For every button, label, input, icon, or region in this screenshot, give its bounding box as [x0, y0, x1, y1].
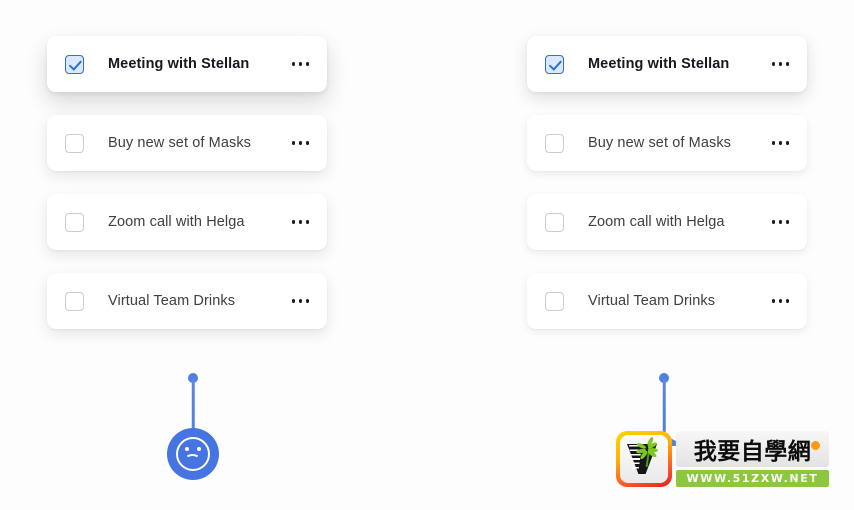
plant-in-v-pot-icon — [616, 431, 672, 487]
task-row[interactable]: Zoom call with Helga — [47, 194, 327, 250]
task-list-left: Meeting with Stellan Buy new set of Mask… — [47, 36, 327, 329]
watermark-plant-shape — [635, 436, 668, 468]
task-row[interactable]: Meeting with Stellan — [527, 36, 807, 92]
task-row[interactable]: Virtual Team Drinks — [47, 273, 327, 329]
screenshot-stage: Meeting with Stellan Buy new set of Mask… — [0, 0, 854, 510]
task-row[interactable]: Buy new set of Masks — [527, 115, 807, 171]
sad-face-icon — [167, 428, 219, 480]
sad-face-eye-left — [185, 447, 190, 452]
watermark-badge-inner — [620, 435, 668, 483]
task-label: Meeting with Stellan — [588, 56, 730, 72]
task-label: Virtual Team Drinks — [108, 293, 236, 309]
watermark-orange-dot — [811, 441, 820, 450]
task-list-right: Meeting with Stellan Buy new set of Mask… — [527, 36, 807, 329]
more-options-icon[interactable] — [770, 214, 791, 229]
task-label: Zoom call with Helga — [108, 214, 245, 230]
more-options-icon[interactable] — [290, 135, 311, 150]
task-row[interactable]: Virtual Team Drinks — [527, 273, 807, 329]
task-row[interactable]: Zoom call with Helga — [527, 194, 807, 250]
watermark-logo: 我要自學網 WWW.51ZXW.NET — [616, 431, 829, 487]
task-label: Zoom call with Helga — [588, 214, 725, 230]
more-options-icon[interactable] — [770, 56, 791, 71]
more-options-icon[interactable] — [290, 56, 311, 71]
task-checkbox[interactable] — [65, 133, 84, 153]
watermark-url-text: WWW.51ZXW.NET — [676, 470, 829, 487]
task-label: Buy new set of Masks — [588, 135, 732, 151]
sad-face-mouth — [185, 453, 200, 464]
task-checkbox[interactable] — [545, 212, 564, 232]
sad-face-ring — [176, 437, 210, 471]
task-checkbox[interactable] — [545, 291, 564, 311]
task-checkbox[interactable] — [65, 212, 84, 232]
watermark-text-block: 我要自學網 WWW.51ZXW.NET — [676, 431, 829, 487]
task-label: Virtual Team Drinks — [588, 293, 716, 309]
sad-face-eye-right — [196, 447, 201, 452]
watermark-chinese-text: 我要自學網 — [676, 431, 829, 467]
more-options-icon[interactable] — [290, 293, 311, 308]
task-checkbox[interactable] — [545, 54, 564, 74]
more-options-icon[interactable] — [770, 135, 791, 150]
task-row[interactable]: Buy new set of Masks — [47, 115, 327, 171]
task-checkbox[interactable] — [545, 133, 564, 153]
task-checkbox[interactable] — [65, 291, 84, 311]
task-checkbox[interactable] — [65, 54, 84, 74]
task-label: Buy new set of Masks — [108, 135, 252, 151]
more-options-icon[interactable] — [770, 293, 791, 308]
task-label: Meeting with Stellan — [108, 56, 250, 72]
more-options-icon[interactable] — [290, 214, 311, 229]
task-row[interactable]: Meeting with Stellan — [47, 36, 327, 92]
annotation-pin-left — [167, 373, 219, 483]
